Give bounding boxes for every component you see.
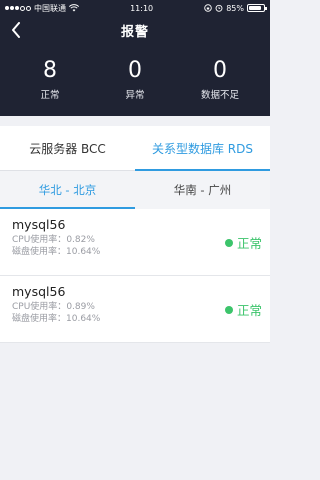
back-button[interactable] xyxy=(8,20,24,40)
nav-bar: 报警 xyxy=(0,16,270,44)
region-tab-guangzhou[interactable]: 华南 - 广州 xyxy=(135,171,270,209)
signal-icon xyxy=(5,5,31,11)
stats-row: 8 正常 0 异常 0 数据不足 xyxy=(0,58,270,101)
status-badge: 正常 xyxy=(224,233,262,252)
status-bar-right: 85% xyxy=(204,3,267,13)
page-title: 报警 xyxy=(120,24,149,40)
stat-value: 0 xyxy=(213,58,227,83)
header-panel: 中国联通 11:10 85% 报警 8 正常 0 异常 0 数据不足 xyxy=(0,0,270,116)
clock-label: 11:10 xyxy=(130,3,154,13)
region-tabs: 华北 - 北京 华南 - 广州 xyxy=(0,171,270,209)
tab-bcc[interactable]: 云服务器 BCC xyxy=(0,126,135,170)
status-bar-left: 中国联通 xyxy=(5,3,79,14)
instance-list: mysql56 CPU使用率：0.82% 磁盘使用率：10.64% 正常 mys… xyxy=(0,209,270,343)
cpu-usage: CPU使用率：0.89% xyxy=(12,301,258,313)
cpu-usage-value: 0.82% xyxy=(66,235,95,245)
disk-usage-value: 10.64% xyxy=(66,247,101,257)
disk-usage: 磁盘使用率：10.64% xyxy=(12,313,258,325)
battery-fill xyxy=(249,6,261,10)
tab-rds[interactable]: 关系型数据库 RDS xyxy=(135,126,270,171)
cpu-usage-value: 0.89% xyxy=(66,302,95,312)
stat-label: 正常 xyxy=(40,90,60,101)
status-text: 正常 xyxy=(236,303,262,318)
product-tabs: 云服务器 BCC 关系型数据库 RDS xyxy=(0,126,270,171)
stat-label: 异常 xyxy=(125,90,145,101)
chevron-left-icon xyxy=(12,22,20,38)
disk-usage: 磁盘使用率：10.64% xyxy=(12,246,258,258)
region-tab-beijing[interactable]: 华北 - 北京 xyxy=(0,171,135,209)
instance-name: mysql56 xyxy=(12,284,66,299)
disk-usage-label: 磁盘使用率： xyxy=(12,247,67,257)
cpu-usage-label: CPU使用率： xyxy=(12,235,67,245)
carrier-label: 中国联通 xyxy=(34,3,66,13)
alarm-clock-icon xyxy=(215,4,223,12)
battery-icon xyxy=(247,4,267,12)
stat-normal[interactable]: 8 正常 xyxy=(8,58,92,101)
instance-name: mysql56 xyxy=(12,217,66,232)
stat-insufficient-data[interactable]: 0 数据不足 xyxy=(178,58,262,101)
stat-value: 8 xyxy=(43,58,57,83)
status-text: 正常 xyxy=(236,236,262,251)
list-item[interactable]: mysql56 CPU使用率：0.82% 磁盘使用率：10.64% 正常 xyxy=(0,209,270,276)
disk-usage-label: 磁盘使用率： xyxy=(12,314,67,324)
stat-value: 0 xyxy=(128,58,142,83)
cpu-usage: CPU使用率：0.82% xyxy=(12,234,258,246)
battery-percent: 85% xyxy=(226,3,244,13)
status-dot-icon xyxy=(224,238,233,247)
alarm-page: 中国联通 11:10 85% 报警 8 正常 0 异常 0 数据不足 云服务器 … xyxy=(0,0,270,480)
disk-usage-value: 10.64% xyxy=(66,314,101,324)
wifi-icon xyxy=(69,4,79,12)
status-dot-icon xyxy=(224,305,233,314)
cpu-usage-label: CPU使用率： xyxy=(12,302,67,312)
status-bar: 中国联通 11:10 85% xyxy=(0,0,270,16)
stat-abnormal[interactable]: 0 异常 xyxy=(93,58,177,101)
stat-label: 数据不足 xyxy=(200,90,239,101)
status-badge: 正常 xyxy=(224,300,262,319)
orientation-lock-icon xyxy=(204,4,212,12)
list-item[interactable]: mysql56 CPU使用率：0.89% 磁盘使用率：10.64% 正常 xyxy=(0,276,270,343)
